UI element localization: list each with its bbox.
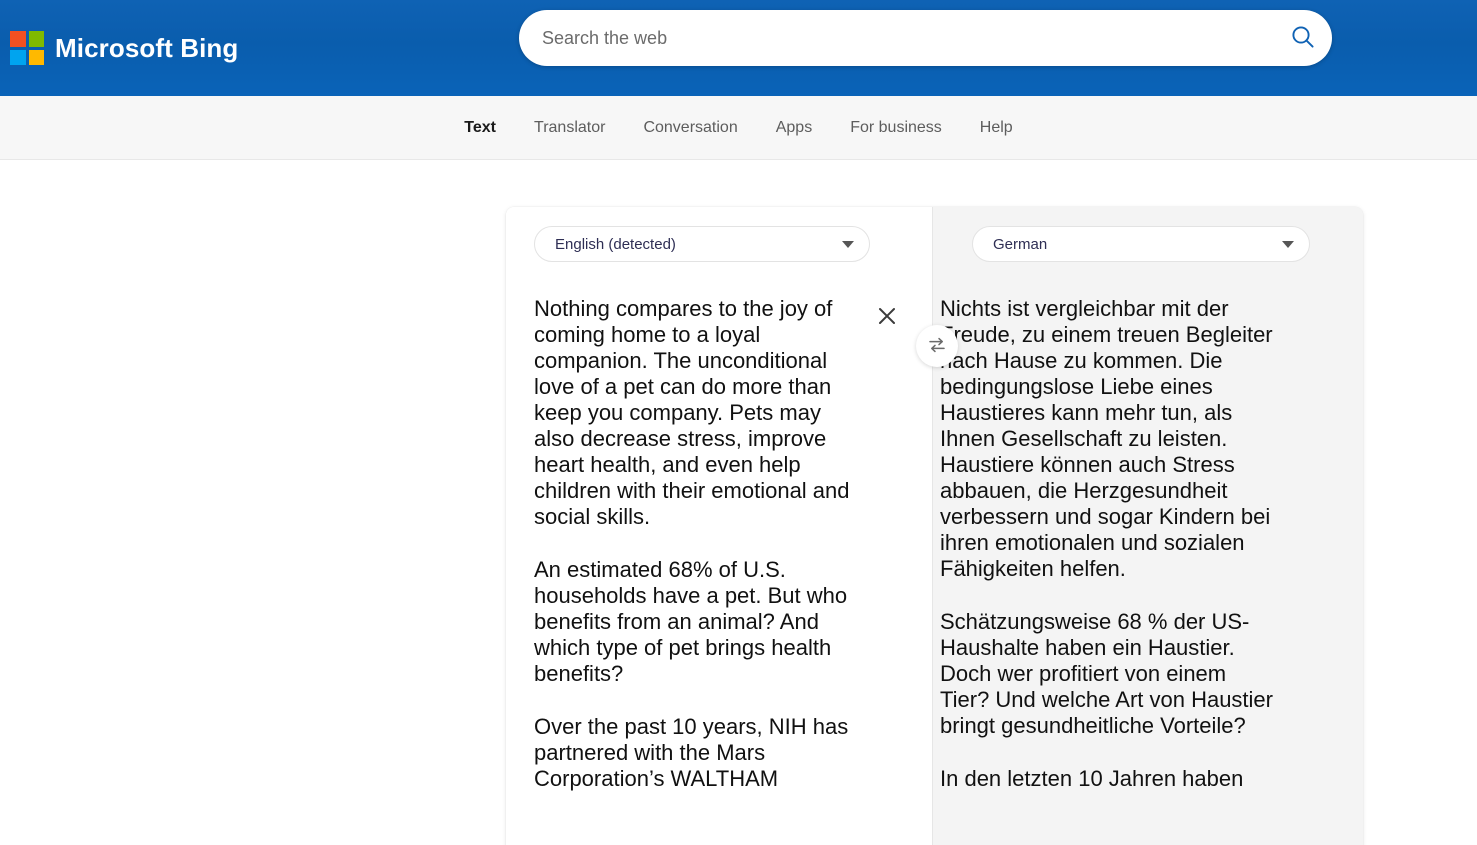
source-pane: English (detected) Nothing compares to t…: [506, 207, 932, 845]
chevron-down-icon: [842, 240, 854, 248]
brand-name-label: Microsoft Bing: [55, 32, 239, 63]
source-paragraph: Nothing compares to the joy of coming ho…: [534, 296, 850, 529]
target-language-label: German: [993, 235, 1048, 253]
target-pane: German Nichts ist vergleichbar mit der F…: [932, 207, 1363, 845]
source-language-label: English (detected): [555, 235, 676, 253]
swap-arrows-icon: [926, 334, 948, 359]
search-bar[interactable]: [519, 10, 1332, 66]
close-icon: [877, 306, 897, 329]
microsoft-logo-icon: [10, 31, 44, 65]
target-paragraph: In den letzten 10 Jahren haben: [940, 766, 1244, 791]
page-header: Microsoft Bing: [0, 0, 1477, 96]
main-content-area: English (detected) Nothing compares to t…: [0, 160, 1477, 845]
swap-languages-button[interactable]: [916, 325, 958, 367]
tab-translator[interactable]: Translator: [515, 96, 624, 159]
source-textarea[interactable]: Nothing compares to the joy of coming ho…: [534, 296, 864, 845]
search-icon: [1290, 24, 1316, 53]
source-paragraph: Over the past 10 years, NIH has partnere…: [534, 714, 849, 791]
translator-card: English (detected) Nothing compares to t…: [506, 207, 1363, 845]
tab-text[interactable]: Text: [445, 96, 515, 159]
tab-help[interactable]: Help: [961, 96, 1032, 159]
target-language-dropdown[interactable]: German: [972, 226, 1310, 262]
target-paragraph: Schätzungsweise 68 % der US-Haushalte ha…: [940, 609, 1273, 738]
tab-apps[interactable]: Apps: [757, 96, 831, 159]
source-paragraph: An estimated 68% of U.S. households have…: [534, 557, 848, 686]
clear-text-button[interactable]: [873, 303, 901, 331]
sub-navigation-bar: Text Translator Conversation Apps For bu…: [0, 96, 1477, 160]
search-input[interactable]: [519, 10, 1274, 66]
target-paragraph: Nichts ist vergleichbar mit der Freude, …: [940, 296, 1273, 581]
target-translation-text: Nichts ist vergleichbar mit der Freude, …: [940, 296, 1274, 845]
nav-items-container: Text Translator Conversation Apps For bu…: [445, 96, 1031, 159]
tab-for-business[interactable]: For business: [831, 96, 961, 159]
source-language-dropdown[interactable]: English (detected): [534, 226, 870, 262]
search-button[interactable]: [1274, 10, 1332, 66]
chevron-down-icon: [1282, 240, 1294, 248]
tab-conversation[interactable]: Conversation: [624, 96, 756, 159]
brand-logo-area[interactable]: Microsoft Bing: [10, 24, 238, 72]
